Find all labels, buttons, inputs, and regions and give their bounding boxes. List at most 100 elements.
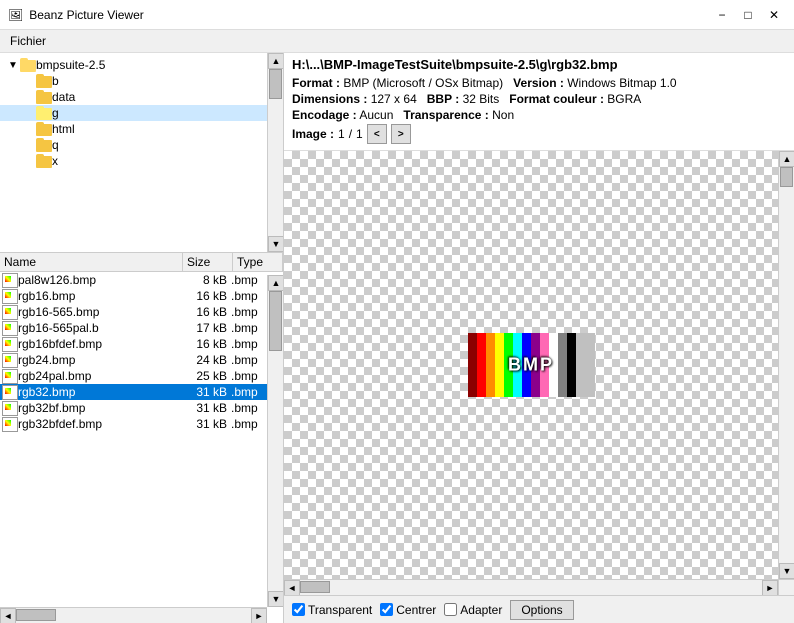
image-vscroll-up[interactable]: ▲: [779, 151, 794, 167]
file-icon-9: [2, 417, 18, 431]
file-list-vscroll[interactable]: ▲ ▼: [267, 275, 283, 607]
file-row-5[interactable]: rgb24.bmp 24 kB .bmp: [0, 352, 283, 368]
version-value: Windows Bitmap 1.0: [567, 76, 676, 90]
tree-label-data: data: [52, 90, 75, 104]
format-couleur-value: BGRA: [607, 92, 641, 106]
image-hscroll-left[interactable]: ◄: [284, 580, 300, 595]
bbp-label: BBP :: [427, 92, 459, 106]
file-row-1[interactable]: rgb16.bmp 16 kB .bmp: [0, 288, 283, 304]
titlebar-left: 🖼 Beanz Picture Viewer: [8, 8, 144, 22]
image-area: BMP ▲ ▼ ◄ ►: [284, 151, 794, 595]
tree-scroll-up[interactable]: ▲: [268, 53, 283, 69]
file-size-5: 24 kB: [181, 353, 231, 367]
file-list: pal8w126.bmp 8 kB .bmp rgb16.bmp 16 kB .…: [0, 272, 283, 620]
file-path: H:\...\BMP-ImageTestSuite\bmpsuite-2.5\g…: [292, 57, 786, 72]
tree-scroll-thumb[interactable]: [269, 69, 282, 99]
image-sep: /: [349, 127, 352, 141]
tree-label-bmpsuite: bmpsuite-2.5: [36, 58, 105, 72]
file-vscroll-up[interactable]: ▲: [268, 275, 283, 291]
col-header-type[interactable]: Type: [233, 253, 283, 271]
col-header-name[interactable]: Name: [0, 253, 183, 271]
tree-label-x: x: [52, 154, 58, 168]
tree-label-html: html: [52, 122, 75, 136]
image-vscroll-track[interactable]: [779, 167, 794, 563]
tree-label-b: b: [52, 74, 59, 88]
image-vscroll-thumb[interactable]: [780, 167, 793, 187]
encodage-value: Aucun: [359, 108, 393, 122]
info-row-encodage: Encodage : Aucun Transparence : Non: [292, 108, 786, 122]
centrer-checkbox-label[interactable]: Centrer: [380, 603, 436, 617]
image-viewport: BMP: [284, 151, 778, 579]
tree-item-x[interactable]: x: [0, 153, 283, 169]
file-row-0[interactable]: pal8w126.bmp 8 kB .bmp: [0, 272, 283, 288]
file-name-1: rgb16.bmp: [18, 289, 181, 303]
tree-item-q[interactable]: q: [0, 137, 283, 153]
tree-label-q: q: [52, 138, 59, 152]
file-row-3[interactable]: rgb16-565pal.b 17 kB .bmp: [0, 320, 283, 336]
image-vscroll-down[interactable]: ▼: [779, 563, 794, 579]
adapter-checkbox-label[interactable]: Adapter: [444, 603, 502, 617]
file-icon-0: [2, 273, 18, 287]
image-checkerboard: BMP: [284, 151, 778, 579]
file-row-8[interactable]: rgb32bf.bmp 31 kB .bmp: [0, 400, 283, 416]
file-row-4[interactable]: rgb16bfdef.bmp 16 kB .bmp: [0, 336, 283, 352]
menubar: Fichier: [0, 30, 794, 53]
nav-prev-button[interactable]: <: [367, 124, 387, 144]
centrer-checkbox[interactable]: [380, 603, 393, 616]
nav-next-button[interactable]: >: [391, 124, 411, 144]
tree-scroll-down[interactable]: ▼: [268, 236, 283, 252]
options-button[interactable]: Options: [510, 600, 573, 620]
hscroll-left[interactable]: ◄: [0, 608, 16, 623]
info-row-image: Image : 1 / 1 < >: [292, 124, 786, 144]
file-row-6[interactable]: rgb24pal.bmp 25 kB .bmp: [0, 368, 283, 384]
file-icon-7: [2, 385, 18, 399]
close-button[interactable]: ✕: [762, 5, 786, 25]
tree-item-data[interactable]: data: [0, 89, 283, 105]
titlebar: 🖼 Beanz Picture Viewer − □ ✕: [0, 0, 794, 30]
image-vscroll[interactable]: ▲ ▼: [778, 151, 794, 579]
file-name-3: rgb16-565pal.b: [18, 321, 181, 335]
transparent-checkbox-label[interactable]: Transparent: [292, 603, 372, 617]
file-vscroll-thumb[interactable]: [269, 291, 282, 351]
file-icon-8: [2, 401, 18, 415]
tree-item-b[interactable]: b: [0, 73, 283, 89]
file-name-5: rgb24.bmp: [18, 353, 181, 367]
file-list-hscroll[interactable]: ◄ ►: [0, 607, 267, 623]
image-hscroll-track[interactable]: [300, 580, 762, 595]
tree-scroll-track[interactable]: [268, 69, 283, 236]
minimize-button[interactable]: −: [710, 5, 734, 25]
file-vscroll-down[interactable]: ▼: [268, 591, 283, 607]
info-row-dimensions: Dimensions : 127 x 64 BBP : 32 Bits Form…: [292, 92, 786, 106]
scroll-corner: [778, 579, 794, 595]
file-row-7[interactable]: rgb32.bmp 31 kB .bmp: [0, 384, 283, 400]
file-name-4: rgb16bfdef.bmp: [18, 337, 181, 351]
maximize-button[interactable]: □: [736, 5, 760, 25]
file-size-1: 16 kB: [181, 289, 231, 303]
file-size-2: 16 kB: [181, 305, 231, 319]
file-row-2[interactable]: rgb16-565.bmp 16 kB .bmp: [0, 304, 283, 320]
hscroll-right[interactable]: ►: [251, 608, 267, 623]
image-hscroll-right[interactable]: ►: [762, 580, 778, 595]
folder-icon-g: [36, 106, 52, 120]
hscroll-thumb[interactable]: [16, 609, 56, 621]
folder-icon-data: [36, 90, 52, 104]
folder-icon-b: [36, 74, 52, 88]
hscroll-track[interactable]: [16, 608, 251, 623]
file-name-9: rgb32bfdef.bmp: [18, 417, 181, 431]
tree-item-g[interactable]: g: [0, 105, 283, 121]
tree-vscroll[interactable]: ▲ ▼: [267, 53, 283, 252]
file-row-9[interactable]: rgb32bfdef.bmp 31 kB .bmp: [0, 416, 283, 432]
tree-item-html[interactable]: html: [0, 121, 283, 137]
tree-item-bmpsuite[interactable]: ▼ bmpsuite-2.5: [0, 57, 283, 73]
file-name-6: rgb24pal.bmp: [18, 369, 181, 383]
expand-icon-bmpsuite[interactable]: ▼: [6, 60, 20, 71]
transparent-checkbox[interactable]: [292, 603, 305, 616]
menu-fichier[interactable]: Fichier: [4, 32, 52, 50]
file-size-4: 16 kB: [181, 337, 231, 351]
version-label: Version :: [513, 76, 564, 90]
file-vscroll-track[interactable]: [268, 291, 283, 591]
image-hscroll[interactable]: ◄ ►: [284, 579, 778, 595]
adapter-checkbox[interactable]: [444, 603, 457, 616]
image-hscroll-thumb[interactable]: [300, 581, 330, 593]
col-header-size[interactable]: Size: [183, 253, 233, 271]
